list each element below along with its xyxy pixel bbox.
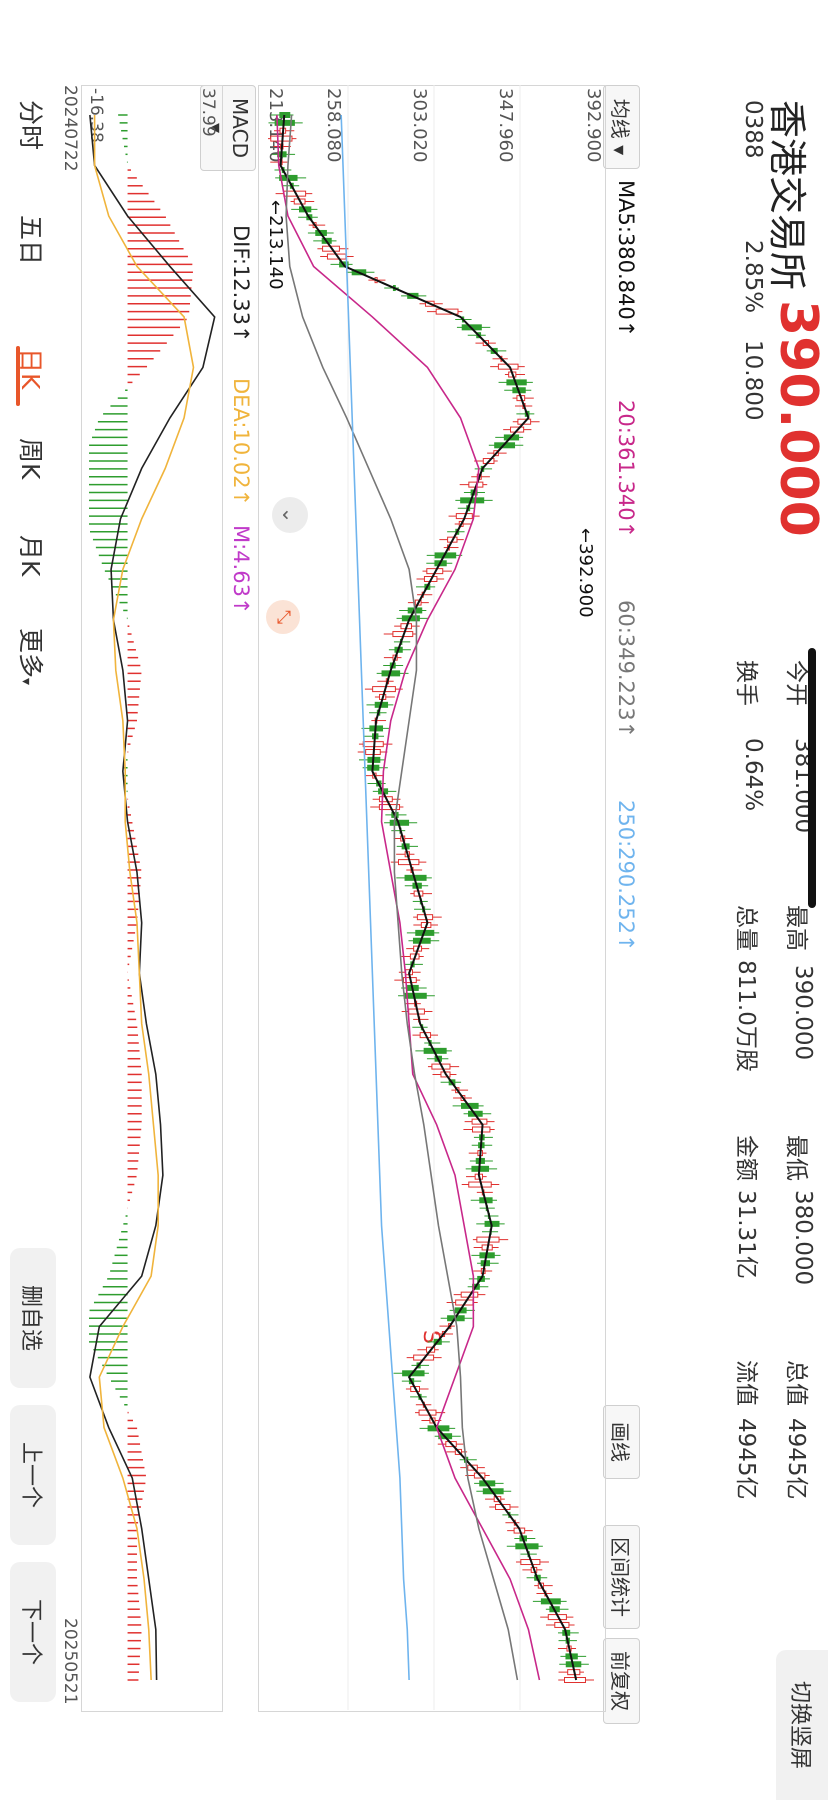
low-label: 最低 xyxy=(783,1135,809,1181)
stock-code: 0388 xyxy=(740,100,766,159)
ma250-value: 250:290.252↑ xyxy=(614,800,638,952)
turnover-label: 换手 xyxy=(733,660,759,706)
active-tab-indicator xyxy=(16,346,20,406)
ma-select[interactable]: 均线 ▾ xyxy=(603,85,640,169)
landscape-stage: 香港交易所 390.000 今开 381.000 最高 390.000 最低 3… xyxy=(0,0,828,1800)
turnover-value: 0.64% xyxy=(740,738,766,812)
mcap-label: 总值 xyxy=(783,1360,809,1406)
amount-label: 金额 xyxy=(733,1135,759,1181)
change-amount: 10.800 xyxy=(740,340,766,421)
float-value: 4945亿 xyxy=(733,1418,759,1500)
current-price: 390.000 xyxy=(768,300,828,537)
tab-more-label: 更多 xyxy=(16,628,45,679)
tab-weekly-k[interactable]: 周K xyxy=(14,438,50,479)
range-stats-button[interactable]: 区间统计 xyxy=(603,1525,640,1629)
high-label: 最高 xyxy=(783,905,809,951)
ma-select-label: 均线 xyxy=(608,98,632,139)
tab-monthly-k[interactable]: 月K xyxy=(14,535,50,576)
remove-watchlist-button[interactable]: 删自选 xyxy=(10,1248,56,1388)
float-label: 流值 xyxy=(733,1360,759,1406)
ma20-value: 20:361.340↑ xyxy=(614,400,638,539)
shrink-icon[interactable]: ⤡ xyxy=(266,600,300,634)
ma-line-250 xyxy=(340,114,410,1681)
previous-stock-button[interactable]: 上一个 xyxy=(10,1405,56,1545)
volume-value: 811.0万股 xyxy=(733,960,759,1072)
ma-lines-group xyxy=(276,114,578,1681)
chevron-down-icon[interactable]: ⌄ xyxy=(272,497,308,533)
switch-portrait-button[interactable]: 切换竖屏 xyxy=(776,1650,828,1800)
ma60-value: 60:349.223↑ xyxy=(614,600,638,739)
kline-plot xyxy=(268,85,595,1710)
ma-line-ma5 xyxy=(279,114,578,1681)
stock-name: 香港交易所 xyxy=(765,100,809,291)
tab-more[interactable]: 更多▾ xyxy=(14,628,50,685)
change-pct: 2.85% xyxy=(740,240,766,314)
tab-five-day[interactable]: 五日 xyxy=(14,215,50,265)
tab-intraday[interactable]: 分时 xyxy=(14,100,50,150)
m-value: M:4.63↑ xyxy=(229,525,253,615)
dea-value: DEA:10.02↑ xyxy=(229,378,253,507)
volume-label: 总量 xyxy=(733,905,759,951)
macd-lines-group xyxy=(89,114,216,1681)
macd-line-dif xyxy=(89,114,216,1681)
date-start: 20240722 xyxy=(60,85,80,172)
high-value: 390.000 xyxy=(790,965,816,1061)
caret-down-icon: ▾ xyxy=(608,145,632,156)
macd-plot xyxy=(89,114,216,1681)
dif-value: DIF:12.33↑ xyxy=(229,225,253,343)
mcap-value: 4945亿 xyxy=(783,1418,809,1500)
ma-line-60 xyxy=(285,114,519,1681)
forward-adjust-button[interactable]: 前复权 xyxy=(603,1638,640,1724)
home-indicator xyxy=(808,648,816,908)
indicator-select-label: MACD xyxy=(228,98,252,158)
draw-line-button[interactable]: 画线 xyxy=(603,1405,640,1479)
caret-down-icon: ▾ xyxy=(18,678,34,686)
candle-body xyxy=(270,135,293,142)
date-end: 20250521 xyxy=(60,1618,80,1705)
candlesticks-group xyxy=(268,112,595,1683)
ma5-value: MA5:380.840↑ xyxy=(614,180,638,338)
macd-histogram-group xyxy=(89,114,193,1681)
macd-line-dea xyxy=(93,115,195,1681)
low-value: 380.000 xyxy=(790,1190,816,1286)
next-stock-button[interactable]: 下一个 xyxy=(10,1562,56,1702)
amount-value: 31.31亿 xyxy=(733,1190,759,1279)
